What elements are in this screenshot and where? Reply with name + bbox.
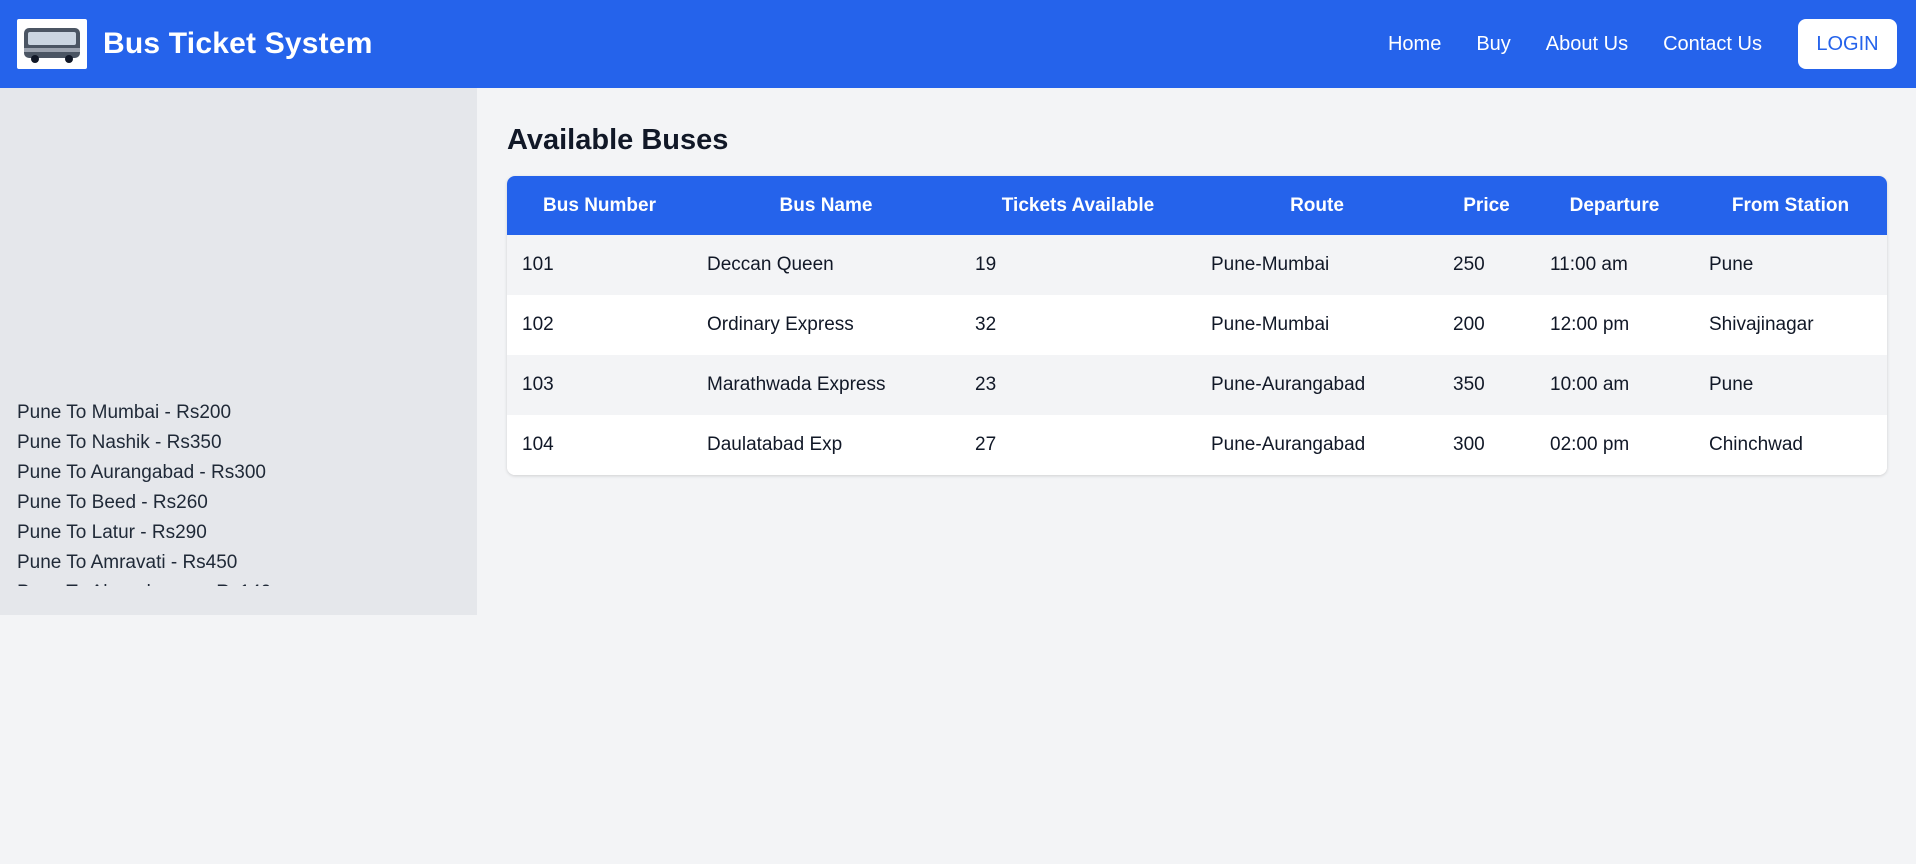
column-header-route: Route bbox=[1290, 194, 1344, 216]
route-item: Pune To Nashik - Rs350 bbox=[17, 432, 222, 453]
cell-route: Pune-Aurangabad bbox=[1211, 374, 1366, 395]
route-item: Pune To Latur - Rs290 bbox=[17, 522, 207, 543]
column-header-tickets: Tickets Available bbox=[1001, 194, 1155, 216]
cell-bus-name: Ordinary Express bbox=[707, 314, 854, 335]
cell-from-station: Pune bbox=[1709, 254, 1754, 275]
route-item: Pune To Beed - Rs260 bbox=[17, 492, 208, 513]
buses-table: Bus Number Bus Name Tickets Available Ro… bbox=[507, 176, 1887, 475]
cell-from-station: Shivajinagar bbox=[1709, 314, 1814, 335]
cell-price: 300 bbox=[1453, 434, 1485, 455]
route-item: Pune To Ahmednagar - Rs140 bbox=[17, 578, 457, 586]
column-header-price: Price bbox=[1463, 194, 1510, 216]
cell-route: Pune-Mumbai bbox=[1211, 314, 1330, 335]
cell-from-station: Chinchwad bbox=[1709, 434, 1803, 455]
cell-bus-number: 103 bbox=[522, 374, 554, 395]
column-header-bus-number: Bus Number bbox=[543, 194, 656, 216]
nav-home-link[interactable]: Home bbox=[1388, 33, 1441, 56]
cell-bus-name: Daulatabad Exp bbox=[707, 434, 843, 455]
cell-price: 350 bbox=[1453, 374, 1485, 395]
column-header-departure: Departure bbox=[1569, 194, 1660, 216]
table-header-row: Bus Number Bus Name Tickets Available Ro… bbox=[507, 176, 1887, 235]
bus-icon bbox=[17, 19, 87, 69]
navbar: Bus Ticket System Home Buy About Us Cont… bbox=[0, 0, 1916, 88]
table-row: 104 Daulatabad Exp 27 Pune-Aurangabad 30… bbox=[507, 415, 1887, 475]
cell-tickets: 32 bbox=[975, 314, 997, 335]
cell-price: 250 bbox=[1453, 254, 1485, 275]
cell-departure: 12:00 pm bbox=[1550, 314, 1630, 335]
cell-departure: 02:00 pm bbox=[1550, 434, 1630, 455]
cell-tickets: 23 bbox=[975, 374, 997, 395]
cell-route: Pune-Mumbai bbox=[1211, 254, 1330, 275]
cell-departure: 11:00 am bbox=[1550, 254, 1628, 275]
cell-bus-number: 101 bbox=[522, 254, 554, 275]
route-marquee: Pune To Mumbai - Rs200 Pune To Nashik - … bbox=[17, 398, 457, 586]
cell-route: Pune-Aurangabad bbox=[1211, 434, 1366, 455]
cell-departure: 10:00 am bbox=[1550, 374, 1630, 395]
buses-table-card: Bus Number Bus Name Tickets Available Ro… bbox=[507, 176, 1887, 475]
route-item: Pune To Amravati - Rs450 bbox=[17, 552, 238, 573]
page-title: Available Buses bbox=[507, 124, 729, 156]
nav-contact-link[interactable]: Contact Us bbox=[1663, 33, 1762, 56]
table-row: 103 Marathwada Express 23 Pune-Aurangaba… bbox=[507, 355, 1887, 415]
app-title: Bus Ticket System bbox=[103, 27, 373, 60]
cell-tickets: 19 bbox=[975, 254, 997, 275]
table-row: 101 Deccan Queen 19 Pune-Mumbai 250 11:0… bbox=[507, 235, 1887, 295]
cell-bus-name: Marathwada Express bbox=[707, 374, 886, 395]
cell-bus-name: Deccan Queen bbox=[707, 254, 834, 275]
login-button[interactable]: LOGIN bbox=[1798, 19, 1897, 69]
cell-price: 200 bbox=[1453, 314, 1485, 335]
route-item: Pune To Aurangabad - Rs300 bbox=[17, 462, 266, 483]
table-row: 102 Ordinary Express 32 Pune-Mumbai 200 … bbox=[507, 295, 1887, 355]
cell-bus-number: 104 bbox=[522, 434, 554, 455]
column-header-bus-name: Bus Name bbox=[779, 194, 873, 216]
cell-bus-number: 102 bbox=[522, 314, 554, 335]
nav-links: Home Buy About Us Contact Us LOGIN bbox=[1388, 0, 1899, 88]
nav-buy-link[interactable]: Buy bbox=[1476, 33, 1510, 56]
cell-from-station: Pune bbox=[1709, 374, 1754, 395]
cell-tickets: 27 bbox=[975, 434, 997, 455]
column-header-from-station: From Station bbox=[1731, 194, 1850, 216]
nav-about-link[interactable]: About Us bbox=[1546, 33, 1628, 56]
main-content: Available Buses Bus Number Bus Name Tick… bbox=[507, 88, 1887, 475]
route-item: Pune To Mumbai - Rs200 bbox=[17, 402, 232, 423]
brand[interactable]: Bus Ticket System bbox=[17, 19, 373, 69]
sidebar: Pune To Mumbai - Rs200 Pune To Nashik - … bbox=[0, 88, 477, 615]
